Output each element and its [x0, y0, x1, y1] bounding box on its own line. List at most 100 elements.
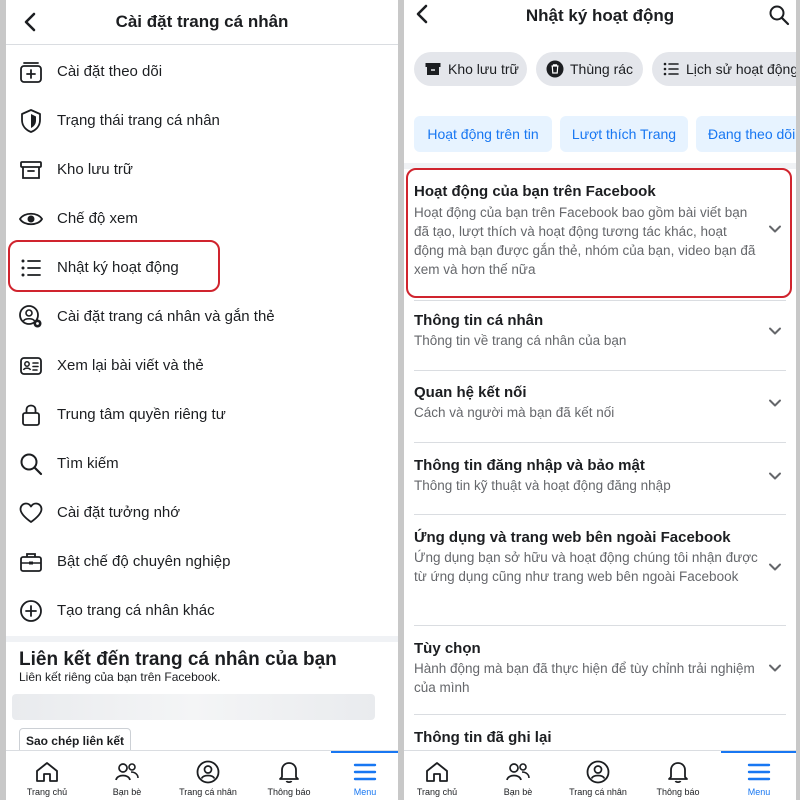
section-preferences[interactable]: Tùy chọn Hành động mà bạn đã thực hiện đ…: [404, 628, 796, 714]
your-activity-highlight: [406, 168, 792, 298]
section-title: Tùy chọn: [414, 640, 481, 657]
section-personal-info[interactable]: Thông tin cá nhân Thông tin về trang cá …: [404, 300, 796, 370]
section-divider: [6, 636, 398, 642]
page-title: Nhật ký hoạt động: [525, 6, 675, 25]
section-desc: Cách và người mà bạn đã kết nối: [414, 405, 615, 420]
section-off-facebook[interactable]: Ứng dụng và trang web bên ngoài Facebook…: [404, 517, 796, 625]
lock-icon: [22, 404, 40, 426]
nav-label: Bạn bè: [503, 787, 533, 797]
nav-label: Thông báo: [267, 787, 311, 797]
menu-item-label: Bật chế độ chuyên nghiệp: [57, 553, 231, 570]
menu-icon: [353, 763, 377, 781]
nav-label: Bạn bè: [112, 787, 142, 797]
bottom-nav: Trang chủ Bạn bè Trang cá nhân Thông báo…: [6, 750, 398, 800]
section-title: Ứng dụng và trang web bên ngoài Facebook: [414, 529, 731, 546]
nav-profile[interactable]: Trang cá nhân: [169, 751, 247, 800]
divider: [414, 442, 786, 443]
tab-story-activity[interactable]: Hoạt động trên tin: [414, 116, 552, 152]
menu-item-search[interactable]: Tìm kiếm: [6, 439, 398, 488]
profile-link-url-blurred: [12, 694, 375, 720]
section-login-security[interactable]: Thông tin đăng nhập và bảo mật Thông tin…: [404, 445, 796, 515]
chip-label: Kho lưu trữ: [448, 61, 519, 77]
heart-icon: [19, 502, 43, 523]
bottom-nav: Trang chủ Bạn bè Trang cá nhân Thông báo…: [404, 750, 796, 800]
friends-icon: [115, 763, 139, 781]
follow-settings-icon: [20, 61, 42, 83]
plus-circle-icon: [20, 599, 42, 622]
nav-notifications[interactable]: Thông báo: [639, 751, 717, 800]
menu-item-profile-status[interactable]: Trạng thái trang cá nhân: [6, 96, 398, 145]
activity-log-highlight: [8, 240, 220, 292]
nav-label: Trang cá nhân: [179, 787, 237, 797]
menu-item-review-posts-tags[interactable]: Xem lại bài viết và thẻ: [6, 341, 398, 390]
section-connections[interactable]: Quan hệ kết nối Cách và người mà bạn đã …: [404, 372, 796, 442]
search-icon[interactable]: [768, 4, 790, 26]
menu-item-follow-settings[interactable]: Cài đặt theo dõi: [6, 47, 398, 96]
nav-notifications[interactable]: Thông báo: [250, 751, 328, 800]
left-header: Cài đặt trang cá nhân: [6, 0, 398, 44]
menu-item-professional-mode[interactable]: Bật chế độ chuyên nghiệp: [6, 537, 398, 586]
menu-item-label: Tìm kiếm: [57, 455, 119, 472]
chip-archive[interactable]: Kho lưu trữ: [414, 52, 527, 86]
tab-following[interactable]: Đang theo dõi: [696, 116, 796, 152]
profile-settings-panel: Cài đặt trang cá nhân Cài đặt theo dõi T…: [6, 0, 398, 800]
nav-friends[interactable]: Bạn bè: [88, 751, 166, 800]
nav-home[interactable]: Trang chủ: [8, 751, 86, 800]
chip-label: Lịch sử hoạt động: [686, 61, 796, 77]
nav-friends[interactable]: Bạn bè: [479, 751, 557, 800]
nav-profile[interactable]: Trang cá nhân: [559, 751, 637, 800]
menu-item-create-profile[interactable]: Tạo trang cá nhân khác: [6, 586, 398, 635]
divider: [414, 714, 786, 715]
nav-label: Menu: [353, 787, 377, 797]
archive-icon: [20, 160, 42, 179]
divider: [6, 44, 398, 45]
chip-label: Thùng rác: [570, 61, 634, 77]
shield-icon: [21, 108, 41, 133]
menu-item-label: Cài đặt trang cá nhân và gắn thẻ: [57, 308, 275, 325]
section-desc: Ứng dụng bạn sở hữu và hoạt động chúng t…: [414, 550, 758, 584]
profile-icon: [196, 760, 220, 784]
menu-item-profile-tag-settings[interactable]: Cài đặt trang cá nhân và gắn thẻ: [6, 292, 398, 341]
nav-label: Menu: [747, 787, 771, 797]
menu-item-archive[interactable]: Kho lưu trữ: [6, 145, 398, 194]
right-header: Nhật ký hoạt động: [404, 0, 796, 44]
menu-item-label: Tạo trang cá nhân khác: [57, 602, 215, 619]
menu-item-label: Chế độ xem: [57, 210, 138, 227]
menu-item-label: Trung tâm quyền riêng tư: [57, 406, 226, 423]
briefcase-icon: [20, 552, 42, 572]
menu-item-memorial-settings[interactable]: Cài đặt tưởng nhớ: [6, 488, 398, 537]
menu-item-view-mode[interactable]: Chế độ xem: [6, 194, 398, 243]
nav-label: Trang cá nhân: [569, 787, 627, 797]
section-desc: Thông tin kỹ thuật và hoạt động đăng nhậ…: [414, 478, 671, 493]
activity-log-panel: Nhật ký hoạt động Kho lưu trữ Thùng rác …: [404, 0, 796, 800]
divider: [414, 514, 786, 515]
chevron-down-icon: [769, 664, 781, 672]
profile-link-desc: Liên kết riêng của bạn trên Facebook.: [19, 670, 221, 684]
section-title: Thông tin đăng nhập và bảo mật: [414, 457, 645, 474]
nav-label: Thông báo: [656, 787, 700, 797]
menu-item-label: Trạng thái trang cá nhân: [57, 112, 220, 129]
archive-icon: [425, 63, 441, 75]
divider: [414, 370, 786, 371]
menu-item-privacy-center[interactable]: Trung tâm quyền riêng tư: [6, 390, 398, 439]
tab-page-likes[interactable]: Lượt thích Trang: [560, 116, 688, 152]
menu-item-label: Cài đặt tưởng nhớ: [57, 504, 181, 521]
chip-activity-history[interactable]: Lịch sử hoạt động: [652, 52, 796, 86]
chevron-down-icon: [769, 399, 781, 407]
menu-item-label: Kho lưu trữ: [57, 161, 133, 178]
bell-icon: [279, 762, 299, 783]
chevron-down-icon: [769, 327, 781, 335]
section-title: Thông tin cá nhân: [414, 312, 544, 329]
profile-gear-icon: [19, 304, 42, 327]
chevron-down-icon: [769, 563, 781, 571]
menu-icon: [747, 763, 771, 781]
section-title: Quan hệ kết nối: [414, 384, 527, 401]
nav-menu[interactable]: Menu: [720, 751, 796, 800]
list-icon: [663, 62, 679, 76]
tag-review-icon: [20, 356, 42, 375]
nav-menu[interactable]: Menu: [326, 751, 398, 800]
nav-home[interactable]: Trang chủ: [404, 751, 476, 800]
profile-link-title: Liên kết đến trang cá nhân của bạn: [19, 649, 337, 670]
chip-trash[interactable]: Thùng rác: [536, 52, 643, 86]
eye-icon: [18, 212, 44, 225]
